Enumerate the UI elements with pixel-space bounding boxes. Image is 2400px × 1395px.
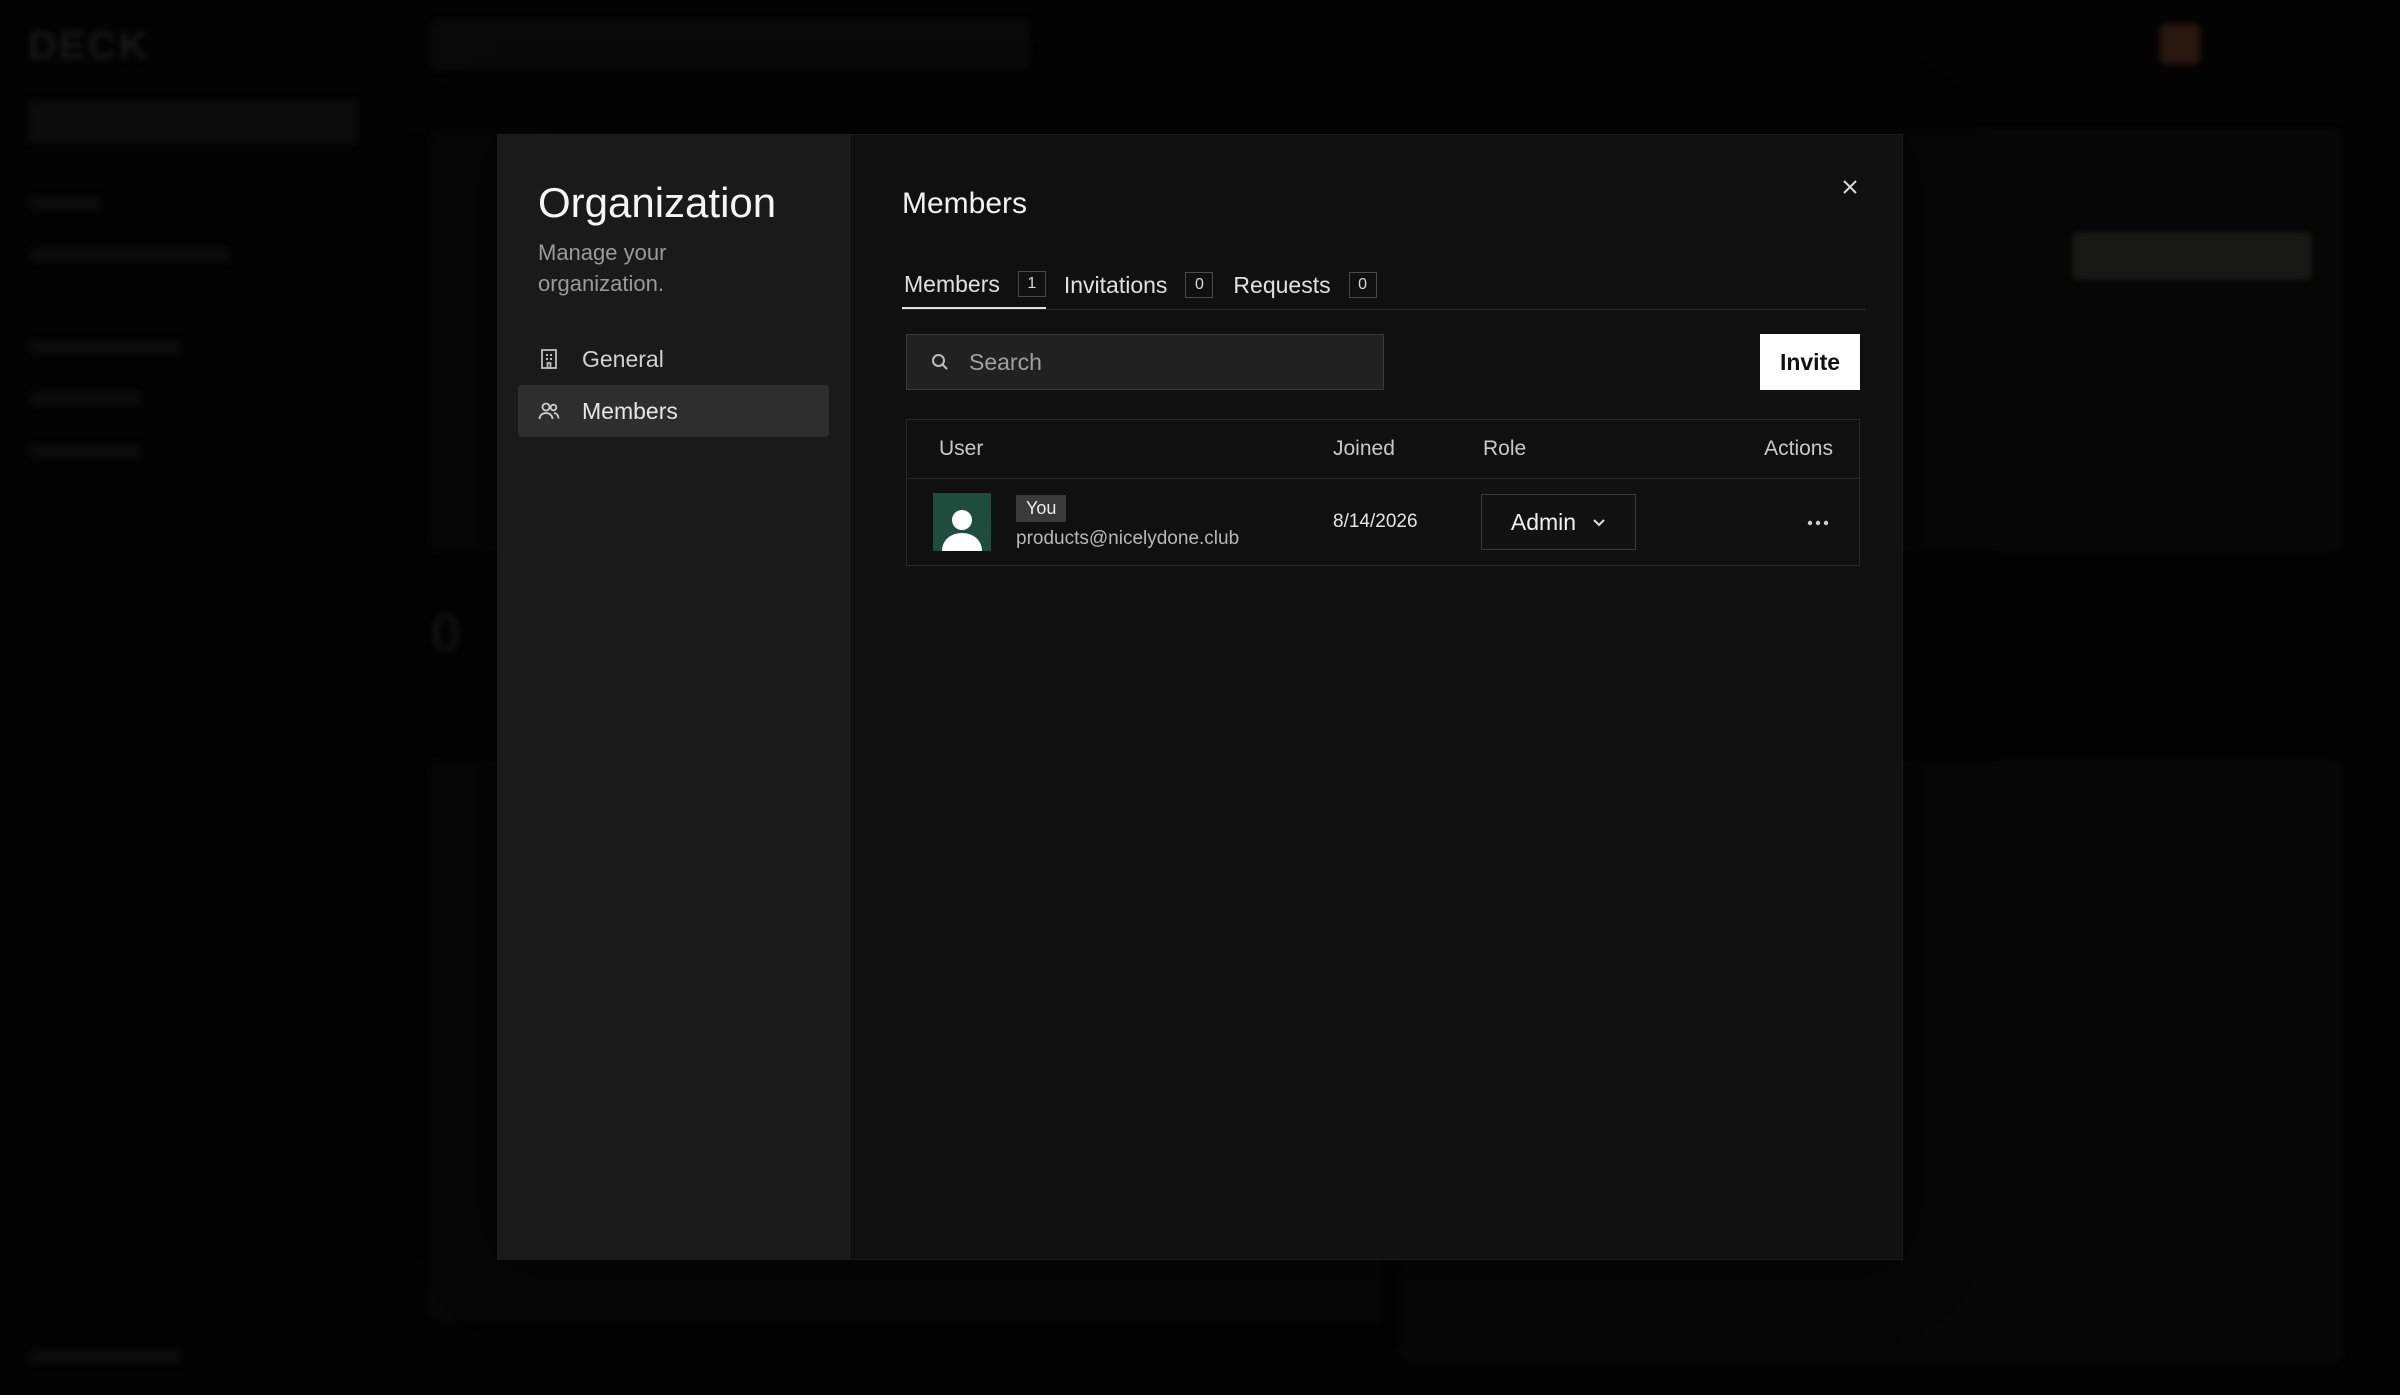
actions-cell [1703, 513, 1859, 531]
member-tabs: Members 1 Invitations 0 Requests 0 [902, 259, 1866, 310]
tab-label: Requests [1233, 271, 1331, 298]
organization-subtitle: Manage your organization. [538, 240, 667, 296]
tab-label: Members [904, 270, 1000, 297]
building-icon [538, 348, 560, 370]
tab-count-badge: 1 [1017, 271, 1046, 297]
tab-requests[interactable]: Requests 0 [1231, 261, 1378, 309]
users-icon [538, 400, 560, 422]
tab-count-badge: 0 [1185, 272, 1214, 298]
organization-modal: Organization Manage your organization. G… [497, 134, 1903, 1260]
tab-invitations[interactable]: Invitations 0 [1062, 261, 1216, 309]
sidebar-item-general[interactable]: General [518, 333, 829, 385]
user-email: products@nicelydone.club [1016, 527, 1240, 549]
chevron-down-icon [1592, 518, 1606, 527]
invite-button[interactable]: Invite [1760, 334, 1860, 390]
column-header-actions: Actions [1764, 437, 1833, 460]
joined-cell: 8/14/2026 [1333, 511, 1483, 533]
search-field [906, 334, 1384, 390]
modal-sidebar: Organization Manage your organization. G… [498, 135, 850, 1259]
column-header-joined: Joined [1333, 437, 1395, 460]
tab-members[interactable]: Members 1 [902, 261, 1046, 309]
user-silhouette-icon [942, 510, 982, 551]
sidebar-item-members[interactable]: Members [518, 385, 829, 437]
sidebar-item-label: General [582, 345, 664, 372]
close-icon [1843, 180, 1857, 194]
modal-content: Members Members 1 Invitations 0 Requests… [850, 135, 1902, 1259]
column-header-user: User [939, 437, 984, 460]
members-toolbar: Invite [902, 334, 1866, 390]
user-cell: You products@nicelydone.club [907, 493, 1333, 551]
you-badge: You [1016, 494, 1067, 522]
ellipsis-icon [1807, 520, 1829, 526]
role-select[interactable]: Admin [1481, 494, 1636, 550]
joined-date: 8/14/2026 [1333, 511, 1418, 532]
members-title: Members [902, 187, 1028, 220]
sidebar-item-label: Members [582, 397, 678, 424]
search-input[interactable] [967, 347, 1371, 377]
column-header-role: Role [1483, 437, 1527, 460]
role-cell: Admin [1481, 494, 1703, 550]
tab-count-badge: 0 [1348, 272, 1377, 298]
more-actions-button[interactable] [1803, 516, 1833, 530]
search-icon [931, 353, 949, 371]
tab-label: Invitations [1063, 271, 1168, 298]
user-info: You products@nicelydone.club [1016, 494, 1240, 550]
organization-title: Organization [538, 179, 777, 226]
members-table: User Joined Role Actions You products@ni [906, 419, 1860, 566]
avatar [933, 493, 991, 551]
role-value: Admin [1510, 508, 1577, 535]
table-header: User Joined Role Actions [907, 420, 1859, 479]
table-row: You products@nicelydone.club 8/14/2026 A… [907, 479, 1859, 565]
close-button[interactable] [1834, 171, 1866, 203]
